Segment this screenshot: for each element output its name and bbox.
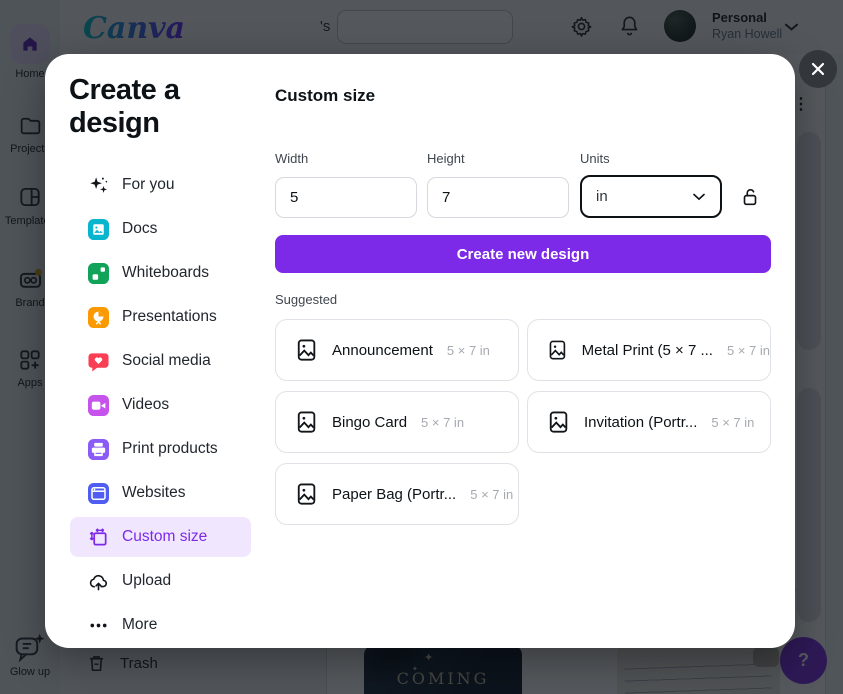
suggestion-size: 5 × 7 in (711, 415, 754, 430)
presentations-icon (88, 307, 109, 328)
menu-item-label: Print products (122, 440, 218, 458)
modal-title: Create a design (69, 74, 259, 140)
menu-item-for-you[interactable]: For you (70, 165, 251, 205)
menu-item-label: Upload (122, 572, 171, 590)
suggestion-card-paper-bag[interactable]: Paper Bag (Portr... 5 × 7 in (275, 463, 519, 525)
chevron-down-icon (692, 192, 706, 202)
menu-item-label: More (122, 616, 157, 634)
whiteboards-icon (88, 263, 109, 284)
height-label: Height (427, 151, 465, 166)
create-new-design-button[interactable]: Create new design (275, 235, 771, 273)
image-placeholder-icon (296, 338, 318, 363)
screen: Home Projects Templates Brand Apps Glow … (0, 0, 843, 694)
lock-open-icon (739, 185, 761, 209)
menu-item-custom-size[interactable]: Custom size (70, 517, 251, 557)
close-modal-button[interactable] (799, 50, 837, 88)
suggestion-name: Announcement (332, 342, 433, 359)
suggestion-card-invitation[interactable]: Invitation (Portr... 5 × 7 in (527, 391, 771, 453)
menu-item-label: Presentations (122, 308, 217, 326)
upload-icon (88, 571, 109, 592)
suggestion-card-metal-print[interactable]: Metal Print (5 × 7 ... 5 × 7 in (527, 319, 771, 381)
suggestion-size: 5 × 7 in (421, 415, 464, 430)
suggestion-size: 5 × 7 in (727, 343, 770, 358)
width-label: Width (275, 151, 308, 166)
menu-item-label: Videos (122, 396, 169, 414)
suggestion-name: Invitation (Portr... (584, 414, 697, 431)
websites-icon (88, 483, 109, 504)
height-input[interactable] (427, 177, 569, 218)
suggestion-card-bingo-card[interactable]: Bingo Card 5 × 7 in (275, 391, 519, 453)
sparkles-icon (88, 175, 109, 196)
image-placeholder-icon (296, 410, 318, 435)
create-design-modal: Create a design For you Docs Whiteboards… (45, 54, 795, 648)
units-value: in (596, 188, 608, 205)
menu-item-docs[interactable]: Docs (70, 209, 251, 249)
docs-icon (88, 219, 109, 240)
suggestion-name: Metal Print (5 × 7 ... (582, 342, 713, 359)
suggestion-size: 5 × 7 in (470, 487, 513, 502)
more-dots-icon (88, 615, 109, 636)
menu-item-print-products[interactable]: Print products (70, 429, 251, 469)
menu-item-more[interactable]: More (70, 605, 251, 645)
image-placeholder-icon (296, 482, 318, 507)
menu-item-label: For you (122, 176, 175, 194)
image-placeholder-icon (548, 410, 570, 435)
suggestion-name: Paper Bag (Portr... (332, 486, 456, 503)
suggested-label: Suggested (275, 292, 337, 307)
lock-aspect-button[interactable] (739, 185, 763, 209)
menu-item-social-media[interactable]: Social media (70, 341, 251, 381)
custom-size-icon (88, 527, 109, 548)
width-input[interactable] (275, 177, 417, 218)
suggestion-card-announcement[interactable]: Announcement 5 × 7 in (275, 319, 519, 381)
menu-item-label: Docs (122, 220, 157, 238)
social-media-icon (88, 351, 109, 372)
suggestion-name: Bingo Card (332, 414, 407, 431)
suggestion-size: 5 × 7 in (447, 343, 490, 358)
menu-item-presentations[interactable]: Presentations (70, 297, 251, 337)
menu-item-label: Social media (122, 352, 211, 370)
menu-item-label: Whiteboards (122, 264, 209, 282)
videos-icon (88, 395, 109, 416)
image-placeholder-icon (548, 338, 568, 363)
menu-item-label: Custom size (122, 528, 207, 546)
menu-item-upload[interactable]: Upload (70, 561, 251, 601)
units-label: Units (580, 151, 610, 166)
panel-heading: Custom size (275, 86, 375, 106)
menu-item-whiteboards[interactable]: Whiteboards (70, 253, 251, 293)
menu-item-label: Websites (122, 484, 185, 502)
menu-item-videos[interactable]: Videos (70, 385, 251, 425)
menu-item-websites[interactable]: Websites (70, 473, 251, 513)
close-icon (810, 61, 826, 77)
print-products-icon (88, 439, 109, 460)
units-select[interactable]: in (580, 175, 722, 218)
